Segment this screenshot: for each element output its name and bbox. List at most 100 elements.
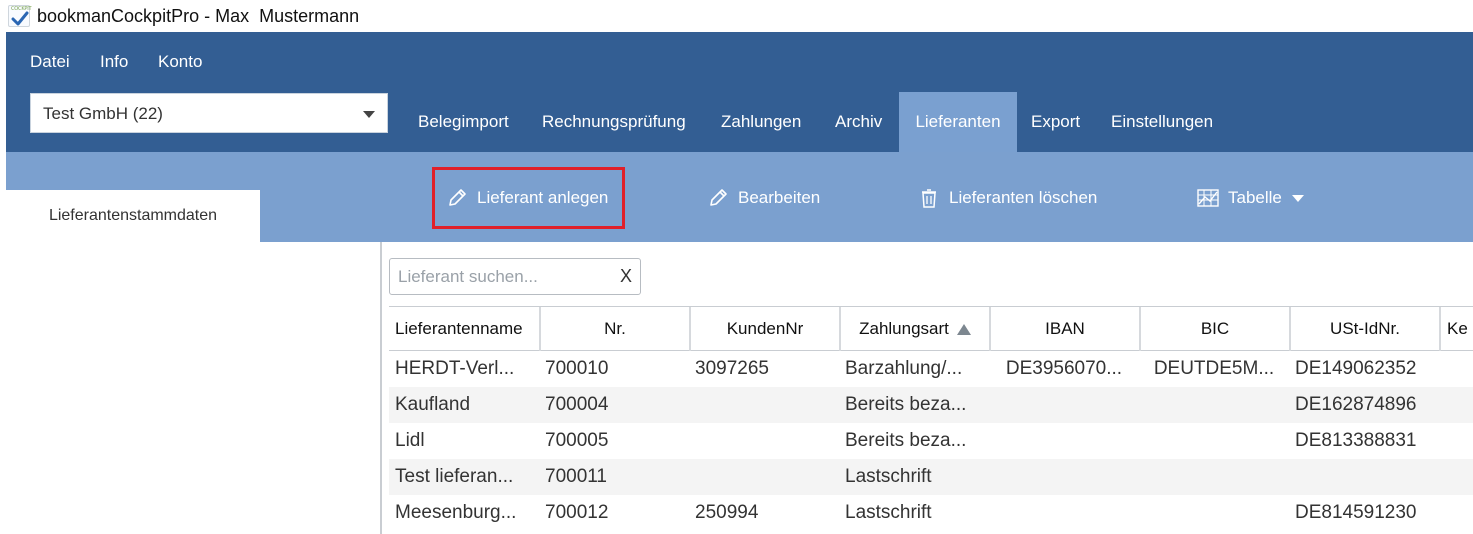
menu-info[interactable]: Info [100, 52, 128, 72]
create-supplier-label: Lieferant anlegen [477, 188, 609, 207]
tab-einstellungen[interactable]: Einstellungen [1097, 92, 1227, 152]
window-title: bookmanCockpitPro - Max Mustermann [37, 6, 360, 26]
chevron-down-icon [363, 111, 375, 118]
company-select-value: Test GmbH (22) [43, 104, 163, 123]
tab-label: Einstellungen [1111, 112, 1214, 131]
table-cell [1139, 423, 1289, 459]
menu-datei[interactable]: Datei [30, 52, 70, 72]
tab-label: Export [1031, 112, 1081, 131]
edit-label: Bearbeiten [738, 188, 821, 207]
app-header: Datei Info Konto Test GmbH (22) Belegimp… [6, 32, 1473, 152]
table-cell [689, 459, 839, 495]
delete-supplier-button[interactable]: Lieferanten löschen [917, 176, 1097, 220]
table-cell: 700010 [545, 358, 609, 379]
side-tab-lieferantenstammdaten[interactable]: Lieferantenstammdaten [6, 190, 260, 242]
table-row[interactable]: HERDT-Verl... 700010 3097265 Barzahlung/...… [389, 351, 1473, 387]
table-cell [989, 387, 1139, 423]
chevron-down-icon [1291, 194, 1304, 202]
table-cell: DEUTDE5M... [1153, 358, 1275, 379]
left-pane [6, 242, 382, 534]
tab-export[interactable]: Export [1017, 92, 1094, 152]
title-bar: COCKPIT bookmanCockpitPro - Max Musterma… [0, 0, 1473, 32]
menu-konto[interactable]: Konto [158, 52, 202, 72]
table-cell: Meesenburg... [395, 502, 517, 523]
column-header-ke[interactable]: Ke [1439, 307, 1473, 351]
table-cell: Kaufland [395, 394, 471, 415]
delete-supplier-label: Lieferanten löschen [949, 188, 1098, 207]
pencil-icon [445, 186, 469, 210]
table-row[interactable]: Meesenburg... 700012 250994 Lastschrift DE81… [389, 495, 1473, 531]
table-cell [1439, 351, 1473, 387]
tab-label: Archiv [835, 112, 883, 131]
tab-label: Rechnungsprüfung [542, 112, 686, 131]
column-label: IBAN [1045, 319, 1085, 338]
table-cell: 700004 [545, 394, 609, 415]
table-cell: DE162874896 [1295, 394, 1417, 415]
table-cell [989, 495, 1139, 531]
table-cell: 700012 [545, 502, 609, 523]
table-cell: Barzahlung/... [845, 358, 963, 379]
table-cell: 700011 [545, 466, 607, 487]
sort-ascending-icon [956, 323, 971, 335]
table-body: HERDT-Verl... 700010 3097265 Barzahlung/...… [389, 351, 1473, 531]
table-cell: DE149062352 [1295, 358, 1417, 379]
table-cell [1439, 423, 1473, 459]
column-header-ust-idnr[interactable]: USt-IdNr. [1289, 307, 1439, 351]
table-cell: DE813388831 [1295, 430, 1417, 451]
tab-belegimport[interactable]: Belegimport [404, 92, 523, 152]
side-tab-label: Lieferantenstammdaten [48, 207, 218, 224]
table-menu-label: Tabelle [1228, 188, 1282, 207]
table-cell [1439, 387, 1473, 423]
trash-icon [917, 186, 941, 210]
tab-label: Lieferanten [915, 112, 1001, 131]
clear-search-button[interactable]: X [620, 266, 632, 287]
table-cell [989, 459, 1139, 495]
table-cell: Test lieferan... [395, 466, 514, 487]
table-cell: Lidl [395, 430, 425, 451]
tab-lieferanten[interactable]: Lieferanten [899, 92, 1017, 152]
column-header-bic[interactable]: BIC [1139, 307, 1289, 351]
edit-button[interactable]: Bearbeiten [706, 176, 820, 220]
app-logo-icon: COCKPIT [8, 5, 32, 27]
table-cell: Lastschrift [845, 502, 932, 523]
table-cell [1439, 459, 1473, 495]
column-header-kundennr[interactable]: KundenNr [689, 307, 839, 351]
table-cell [989, 423, 1139, 459]
table-cell [1289, 459, 1439, 495]
company-select[interactable]: Test GmbH (22) [30, 93, 388, 133]
tab-label: Belegimport [418, 112, 509, 131]
table-cell: DE814591230 [1295, 502, 1417, 523]
table-row[interactable]: Test lieferan... 700011 Lastschrift [389, 459, 1473, 495]
table-menu-button[interactable]: Tabelle [1196, 176, 1304, 220]
table-cell: HERDT-Verl... [395, 358, 515, 379]
column-header-nr[interactable]: Nr. [539, 307, 689, 351]
column-label: Ke [1447, 319, 1468, 338]
table-cell [1139, 387, 1289, 423]
column-header-lieferantenname[interactable]: Lieferantenname [389, 307, 539, 351]
tab-zahlungen[interactable]: Zahlungen [707, 92, 815, 152]
table-cell [689, 387, 839, 423]
column-label: Lieferantenname [395, 319, 523, 338]
supplier-table: Lieferantenname Nr. KundenNr Zahlungsart… [389, 306, 1473, 534]
table-cell [689, 423, 839, 459]
column-label: Nr. [604, 319, 626, 338]
tab-archiv[interactable]: Archiv [821, 92, 896, 152]
pencil-icon [706, 186, 730, 210]
table-cell [1439, 495, 1473, 531]
column-header-iban[interactable]: IBAN [989, 307, 1139, 351]
column-label: USt-IdNr. [1330, 319, 1400, 338]
column-label: KundenNr [726, 319, 804, 338]
table-cell [1139, 495, 1289, 531]
table-header: Lieferantenname Nr. KundenNr Zahlungsart… [389, 306, 1473, 351]
table-row[interactable]: Kaufland 700004 Bereits beza... DE162874896 [389, 387, 1473, 423]
table-cell: Bereits beza... [845, 430, 967, 451]
create-supplier-button[interactable]: Lieferant anlegen [432, 167, 626, 229]
table-cell: DE3956070... [1005, 358, 1123, 379]
column-header-zahlungsart[interactable]: Zahlungsart [839, 307, 989, 351]
table-row[interactable]: Lidl 700005 Bereits beza... DE813388831 [389, 423, 1473, 459]
supplier-search-input[interactable] [398, 265, 598, 289]
table-chart-icon [1196, 186, 1220, 210]
table-cell: 3097265 [695, 358, 769, 379]
table-cell: 250994 [695, 502, 759, 523]
tab-rechnungspruefung[interactable]: Rechnungsprüfung [528, 92, 700, 152]
